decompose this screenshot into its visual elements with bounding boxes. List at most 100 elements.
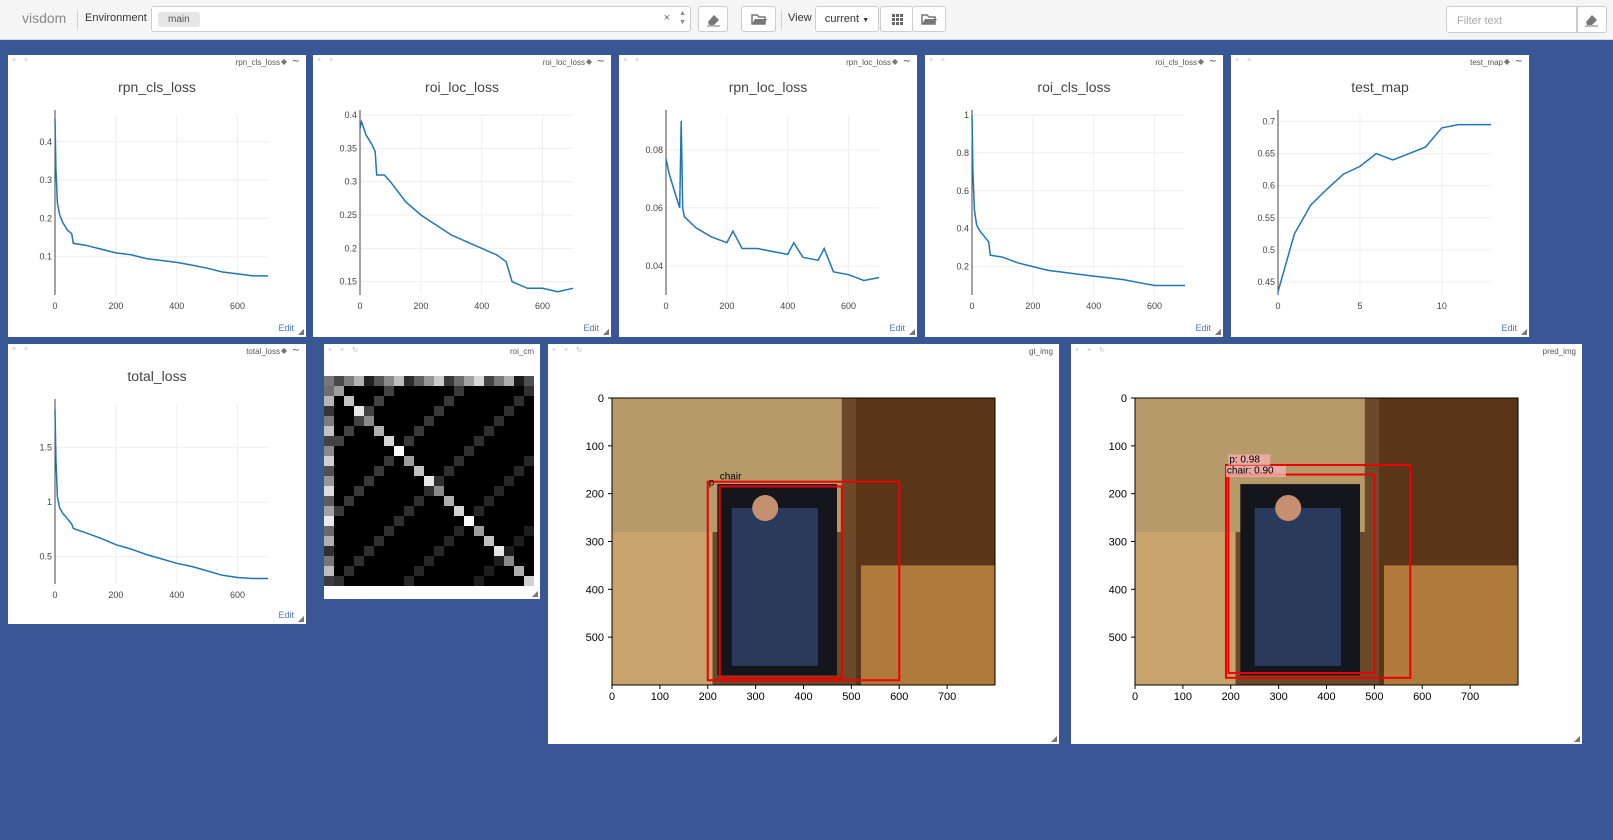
manage-env-button[interactable] <box>741 6 776 32</box>
matrix-cell <box>404 486 414 496</box>
environment-selector[interactable]: main × ▲ ▼ <box>151 6 691 32</box>
matrix-cell <box>504 416 514 426</box>
matrix-cell <box>404 516 414 526</box>
resize-handle-icon[interactable]: ◢ <box>532 589 538 598</box>
chart-test_map[interactable]: 0.45 0.5 0.55 0.6 0.65 0.7 0 5 10 <box>1231 55 1529 337</box>
matrix-cell <box>374 476 384 486</box>
matrix-cell <box>444 376 454 386</box>
matrix-cell <box>474 566 484 576</box>
clear-env-button[interactable] <box>698 6 728 32</box>
edit-link[interactable]: Edit <box>889 323 905 333</box>
y-tick-label: 500 <box>1109 632 1127 644</box>
y-tick-label: 0.55 <box>1257 213 1275 223</box>
matrix-cell <box>354 556 364 566</box>
resize-handle-icon[interactable]: ◢ <box>1215 327 1221 336</box>
matrix-cell <box>394 566 404 576</box>
pane-controls[interactable]: × × ↻ <box>328 346 361 354</box>
matrix-cell <box>474 446 484 456</box>
pane-gt_img[interactable]: × × ↻ gt_img 0 100 200 300 400 500 600 700 0 100 2… <box>548 344 1059 744</box>
confusion-matrix-image <box>324 376 534 586</box>
resize-handle-icon[interactable]: ◢ <box>1574 734 1580 743</box>
resize-handle-icon[interactable]: ◢ <box>298 327 304 336</box>
pane-roi_loc_loss[interactable]: × × roi_loc_loss ◆ ∼ roi_loc_loss 0.15 0.… <box>313 55 611 337</box>
pane-roi_cm[interactable]: × × ↻ roi_cm ◢ <box>324 344 540 599</box>
matrix-cell <box>454 546 464 556</box>
matrix-cell <box>394 576 404 586</box>
chart-rpn_cls_loss[interactable]: 0.1 0.2 0.3 0.4 0 200 400 600 <box>8 55 306 337</box>
matrix-cell <box>394 486 404 496</box>
resize-handle-icon[interactable]: ◢ <box>909 327 915 336</box>
matrix-cell <box>464 506 474 516</box>
matrix-cell <box>394 416 404 426</box>
filter-input[interactable] <box>1455 8 1574 33</box>
matrix-cell <box>444 506 454 516</box>
pane-test_map[interactable]: × × test_map ◆ ∼ test_map 0.45 0.5 0.55 0.6… <box>1231 55 1529 337</box>
matrix-cell <box>404 406 414 416</box>
matrix-cell <box>344 496 354 506</box>
edit-link[interactable]: Edit <box>278 323 294 333</box>
matrix-cell <box>334 496 344 506</box>
matrix-cell <box>384 416 394 426</box>
chart-roi_loc_loss[interactable]: 0.15 0.2 0.25 0.3 0.35 0.4 0 200 400 600 <box>313 55 611 337</box>
x-tick-label: 600 <box>230 301 245 311</box>
matrix-cell <box>404 496 414 506</box>
matrix-cell <box>404 476 414 486</box>
matrix-cell <box>344 476 354 486</box>
manage-views-button[interactable] <box>912 6 946 32</box>
chart-rpn_loc_loss[interactable]: 0.04 0.06 0.08 0 200 400 600 <box>619 55 917 337</box>
environment-chip-main[interactable]: main <box>158 12 200 27</box>
pane-rpn_loc_loss[interactable]: × × rpn_loc_loss ◆ ∼ rpn_loc_loss 0.04 0.… <box>619 55 917 337</box>
x-tick-label: 200 <box>108 301 123 311</box>
edit-link[interactable]: Edit <box>1195 323 1211 333</box>
matrix-cell <box>494 436 504 446</box>
matrix-cell <box>454 496 464 506</box>
matrix-cell <box>484 386 494 396</box>
matrix-cell <box>444 476 454 486</box>
resize-handle-icon[interactable]: ◢ <box>298 614 304 623</box>
repack-button[interactable] <box>880 6 913 32</box>
pane-titlebar[interactable]: × × ↻ roi_cm <box>324 344 540 360</box>
matrix-cell <box>444 576 454 586</box>
pred-label: p: 0.98 <box>1229 455 1260 466</box>
y-tick-label: 0 <box>1121 393 1127 405</box>
gt-label: p <box>709 478 715 489</box>
edit-link[interactable]: Edit <box>583 323 599 333</box>
resize-handle-icon[interactable]: ◢ <box>1051 734 1057 743</box>
clear-filter-button[interactable] <box>1577 6 1607 33</box>
chart-roi_cls_loss[interactable]: 0.2 0.4 0.6 0.8 1 0 200 400 600 <box>925 55 1223 337</box>
edit-link[interactable]: Edit <box>1501 323 1517 333</box>
matrix-cell <box>374 536 384 546</box>
resize-handle-icon[interactable]: ◢ <box>1521 327 1527 336</box>
pane-roi_cls_loss[interactable]: × × roi_cls_loss ◆ ∼ roi_cls_loss 0.2 0.4… <box>925 55 1223 337</box>
x-tick-label: 100 <box>1174 691 1192 703</box>
resize-handle-icon[interactable]: ◢ <box>603 327 609 336</box>
matrix-cell <box>364 406 374 416</box>
view-select[interactable]: current ▼ <box>815 6 879 32</box>
matrix-cell <box>524 406 534 416</box>
matrix-cell <box>514 526 524 536</box>
clear-environment-icon[interactable]: × <box>664 12 670 24</box>
pane-total_loss[interactable]: × × total_loss ◆ ∼ total_loss 0.5 1 1.5 0 20… <box>8 344 306 624</box>
environment-arrows-icon[interactable]: ▲ ▼ <box>679 9 686 27</box>
matrix-cell <box>324 496 334 506</box>
matrix-cell <box>454 536 464 546</box>
matrix-cell <box>444 516 454 526</box>
matrix-cell <box>424 536 434 546</box>
matrix-cell <box>414 516 424 526</box>
chart-total_loss[interactable]: 0.5 1 1.5 0 200 400 600 <box>8 344 306 624</box>
matrix-cell <box>484 526 494 536</box>
matrix-cell <box>364 556 374 566</box>
pane-pred_img[interactable]: × × ↻ pred_img 0 100 200 300 400 500 600 700 0 10… <box>1071 344 1582 744</box>
x-tick-label: 600 <box>1413 691 1431 703</box>
matrix-cell <box>354 416 364 426</box>
edit-link[interactable]: Edit <box>278 610 294 620</box>
matrix-cell <box>414 376 424 386</box>
matrix-cell <box>474 576 484 586</box>
app-brand: visdom <box>22 10 67 26</box>
matrix-cell <box>434 556 444 566</box>
photo-person <box>1254 508 1341 666</box>
matrix-cell <box>384 546 394 556</box>
matrix-cell <box>364 456 374 466</box>
pane-rpn_cls_loss[interactable]: × × rpn_cls_loss ◆ ∼ rpn_cls_loss 0.1 0.2… <box>8 55 306 337</box>
filter-field[interactable] <box>1446 6 1577 33</box>
